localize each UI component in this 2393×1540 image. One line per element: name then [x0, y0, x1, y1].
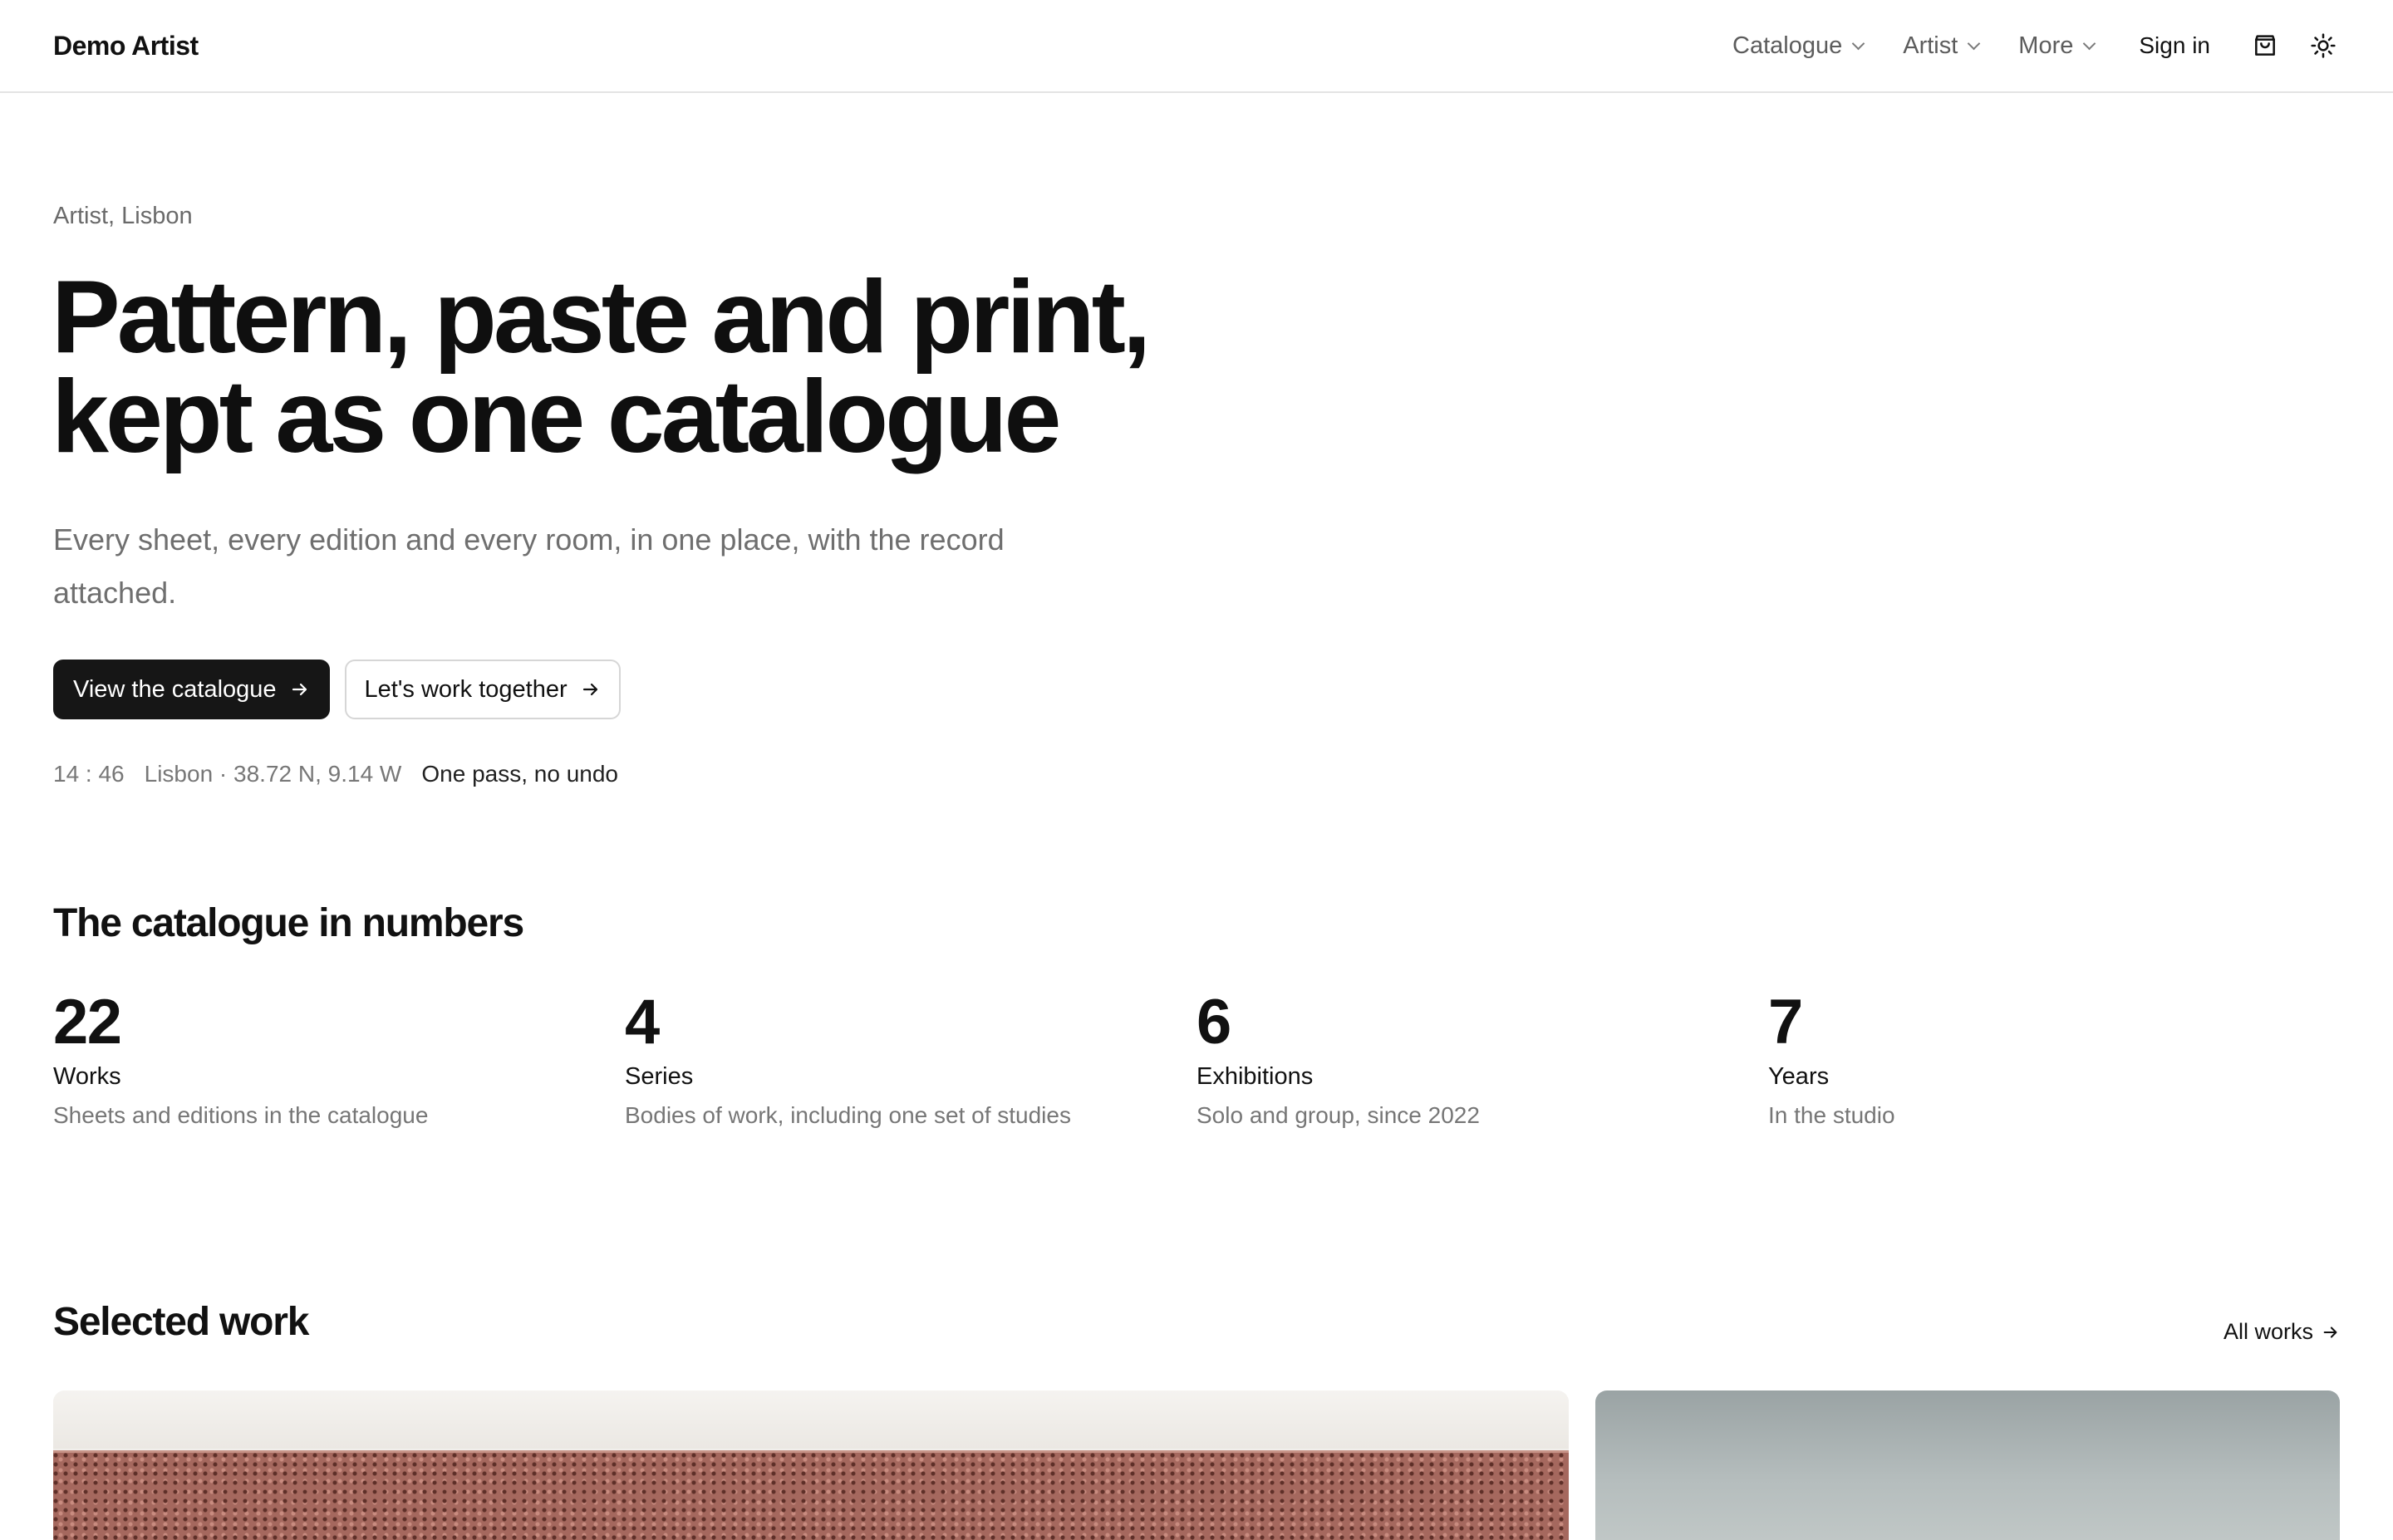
stat-description: Bodies of work, including one set of stu…: [625, 1102, 1071, 1128]
stats-row: 22 Works Sheets and editions in the cata…: [53, 987, 2340, 1129]
artwork-pattern: [53, 1450, 1569, 1540]
hero-title-line-1: Pattern, paste and print,: [52, 260, 1151, 375]
hero-cta-row: View the catalogue Let's work together: [53, 660, 621, 719]
sun-icon: [2311, 33, 2336, 58]
stat-years: 7 Years In the studio: [1768, 987, 2340, 1129]
stat-value: 7: [1768, 987, 1803, 1057]
hero-title: Pattern, paste and print, kept as one ca…: [52, 260, 1298, 474]
hero-meta-row: 14 : 46 Lisbon · 38.72 N, 9.14 W One pas…: [53, 761, 638, 787]
nav-artist[interactable]: Artist: [1903, 32, 1981, 60]
work-together-button[interactable]: Let's work together: [344, 660, 621, 719]
local-time: 14 : 46: [53, 761, 125, 787]
arrow-right-icon: [582, 683, 597, 696]
sign-in-link[interactable]: Sign in: [2139, 32, 2210, 59]
chevron-down-icon: [1851, 37, 1865, 50]
stat-label: Works: [53, 1063, 121, 1090]
nav-more[interactable]: More: [2018, 32, 2096, 60]
artwork-paper-edge: [53, 1390, 1569, 1449]
main-nav: Catalogue Artist More Sign in: [1732, 0, 2340, 91]
all-works-link[interactable]: All works: [2223, 1319, 2340, 1345]
hero-eyebrow: Artist, Lisbon: [53, 203, 193, 229]
chevron-down-icon: [1968, 37, 1981, 50]
shopping-bag-icon: [2255, 35, 2275, 56]
stat-exhibitions: 6 Exhibitions Solo and group, since 2022: [1196, 987, 1768, 1129]
stat-label: Years: [1768, 1063, 1830, 1090]
location-coordinates: Lisbon · 38.72 N, 9.14 W: [144, 761, 402, 787]
hero-subtitle: Every sheet, every edition and every roo…: [53, 522, 1005, 610]
stat-label: Series: [625, 1063, 694, 1090]
stat-description: Solo and group, since 2022: [1196, 1102, 1480, 1128]
site-header: Demo Artist Catalogue Artist More Sign i…: [0, 0, 2393, 93]
arrow-right-icon: [292, 683, 307, 696]
theme-toggle-button[interactable]: [2307, 29, 2340, 62]
stat-description: In the studio: [1768, 1102, 1895, 1128]
studio-note: One pass, no undo: [421, 761, 618, 787]
work-card-image[interactable]: [53, 1390, 1569, 1540]
stat-value: 6: [1196, 987, 1231, 1057]
view-catalogue-button[interactable]: View the catalogue: [53, 660, 330, 719]
stat-works: 22 Works Sheets and editions in the cata…: [53, 987, 625, 1129]
numbers-section-title: The catalogue in numbers: [53, 901, 524, 945]
cart-button[interactable]: [2248, 29, 2282, 62]
work-together-label: Let's work together: [364, 675, 568, 703]
stat-label: Exhibitions: [1196, 1063, 1314, 1090]
nav-more-label: More: [2018, 32, 2074, 59]
hero-title-line-2: kept as one catalogue: [52, 360, 1062, 474]
stat-description: Sheets and editions in the catalogue: [53, 1102, 429, 1128]
stat-value: 22: [53, 987, 122, 1057]
selected-work-title: Selected work: [53, 1300, 309, 1344]
stat-series: 4 Series Bodies of work, including one s…: [625, 987, 1196, 1129]
nav-catalogue[interactable]: Catalogue: [1732, 32, 1865, 60]
stat-value: 4: [625, 987, 660, 1057]
brand-logo[interactable]: Demo Artist: [53, 31, 199, 61]
arrow-right-icon: [2323, 1326, 2337, 1338]
work-card-image[interactable]: [1595, 1390, 2340, 1540]
nav-artist-label: Artist: [1903, 32, 1958, 59]
chevron-down-icon: [2083, 37, 2096, 50]
all-works-label: All works: [2223, 1319, 2313, 1344]
nav-catalogue-label: Catalogue: [1732, 32, 1843, 59]
view-catalogue-label: View the catalogue: [73, 675, 277, 703]
